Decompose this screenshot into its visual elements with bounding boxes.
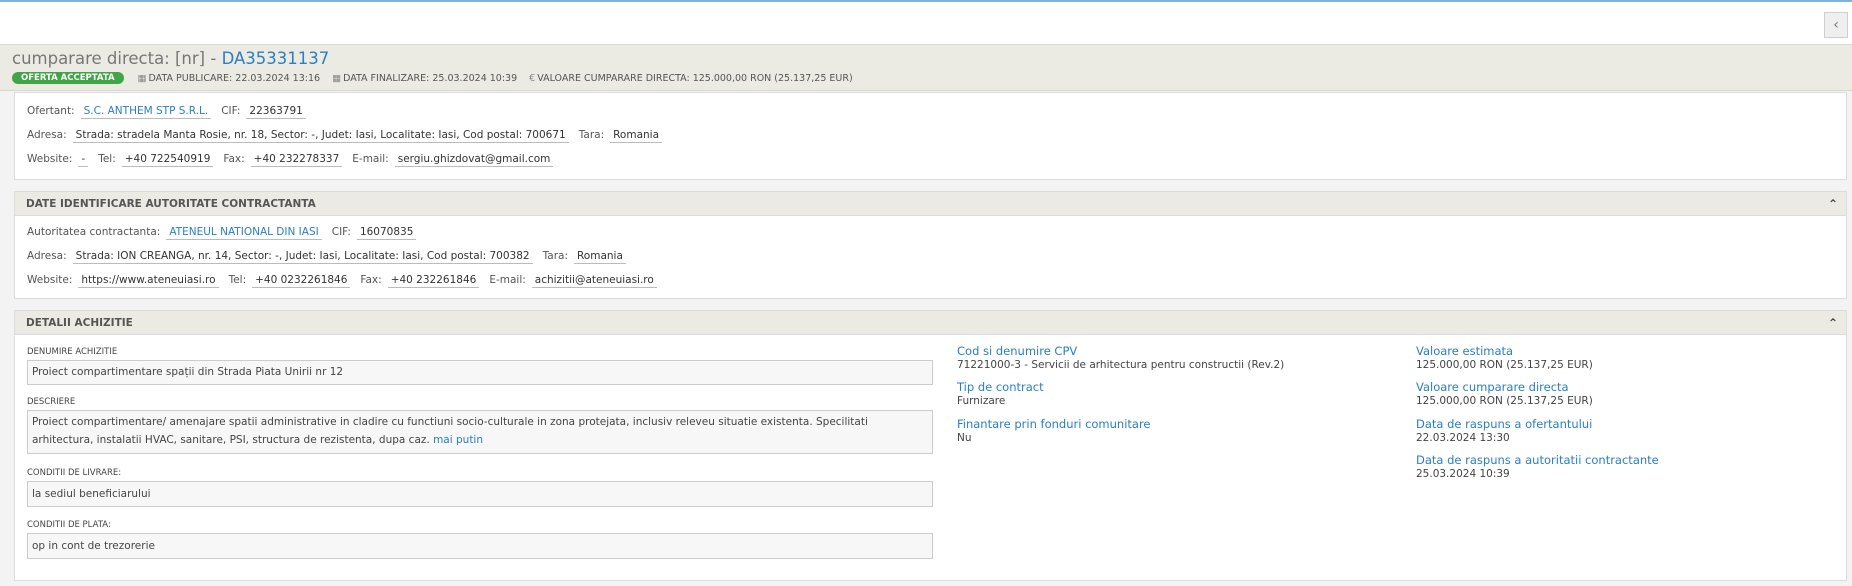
delivery-conditions-label: CONDITII DE LIVRARE: xyxy=(27,468,122,478)
acquisition-name-value: Proiect compartimentare spații din Strad… xyxy=(32,366,344,378)
cif-label: CIF: xyxy=(331,226,351,238)
show-less-link[interactable]: mai putin xyxy=(433,434,483,446)
direct-purchase-value-label: Valoare cumparare directa xyxy=(1416,380,1569,394)
procurement-header: cumparare directa: [nr] - DA35331137 OFE… xyxy=(0,45,1852,91)
acquisition-name-field: Proiect compartimentare spații din Strad… xyxy=(27,360,933,385)
payment-conditions-label: CONDITII DE PLATA: xyxy=(27,520,111,530)
email-label: E-mail: xyxy=(352,153,389,165)
website-label: Website: xyxy=(27,274,73,286)
estimated-value: 125.000,00 RON (25.137,25 EUR) xyxy=(1416,359,1593,371)
authority-label: Autoritatea contractanta: xyxy=(27,226,161,238)
authority-row-contact: Website: https://www.ateneuiasi.ro Tel: … xyxy=(27,274,667,288)
fax-value: +40 232261846 xyxy=(387,274,480,288)
address-value: Strada: stradela Manta Rosie, nr. 18, Se… xyxy=(72,129,569,143)
section-title: DETALII ACHIZITIE xyxy=(26,317,133,329)
page-title-prefix: cumparare directa: [nr] - xyxy=(12,49,217,68)
bidder-row-name: Ofertant: S.C. ANTHEM STP S.R.L. CIF: 22… xyxy=(27,105,316,119)
address-label: Adresa: xyxy=(27,129,67,141)
fax-value: +40 232278337 xyxy=(250,153,343,167)
website-value: https://www.ateneuiasi.ro xyxy=(78,274,219,288)
contract-type-label: Tip de contract xyxy=(957,380,1044,394)
bidder-row-contact: Website: - Tel: +40 722540919 Fax: +40 2… xyxy=(27,153,563,167)
delivery-conditions-value: la sediul beneficiarului xyxy=(32,488,151,500)
bidder-name-link[interactable]: S.C. ANTHEM STP S.R.L. xyxy=(80,105,212,119)
email-value: sergiu.ghizdovat@gmail.com xyxy=(394,153,554,167)
authority-row-address: Adresa: Strada: ION CREANGA, nr. 14, Sec… xyxy=(27,250,636,264)
collapse-panel-button[interactable]: ‹ xyxy=(1824,12,1848,38)
publish-date-text: DATA PUBLICARE: 22.03.2024 13:16 xyxy=(148,72,321,84)
calendar-icon: ▦ xyxy=(332,72,342,84)
procurement-code-link[interactable]: DA35331137 xyxy=(222,49,330,68)
country-label: Tara: xyxy=(578,129,605,141)
euro-icon: € xyxy=(529,72,536,84)
estimated-value-label: Valoare estimata xyxy=(1416,344,1514,358)
publish-date: ▦ DATA PUBLICARE: 22.03.2024 13:16 xyxy=(138,73,321,84)
email-label: E-mail: xyxy=(489,274,526,286)
bidder-row-address: Adresa: Strada: stradela Manta Rosie, nr… xyxy=(27,129,672,143)
authority-row-name: Autoritatea contractanta: ATENEUL NATION… xyxy=(27,226,426,240)
fax-label: Fax: xyxy=(360,274,382,286)
bidder-label: Ofertant: xyxy=(27,105,75,117)
payment-conditions-value: op in cont de trezorerie xyxy=(32,540,155,552)
country-value: Romania xyxy=(573,250,626,264)
chevron-up-icon[interactable]: ⌃ xyxy=(1828,311,1838,335)
tel-label: Tel: xyxy=(228,274,247,286)
fax-label: Fax: xyxy=(223,153,245,165)
description-label: DESCRIERE xyxy=(27,397,76,407)
direct-purchase-value: 125.000,00 RON (25.137,25 EUR) xyxy=(1416,395,1593,407)
chevron-up-icon[interactable]: ⌃ xyxy=(1828,192,1838,216)
purchase-value-text: VALOARE CUMPARARE DIRECTA: 125.000,00 RO… xyxy=(537,72,853,84)
eu-funding-label: Finantare prin fonduri comunitare xyxy=(957,417,1151,431)
calendar-icon: ▦ xyxy=(137,72,147,84)
eu-funding-value: Nu xyxy=(957,432,972,444)
contracting-authority-header[interactable]: DATE IDENTIFICARE AUTORITATE CONTRACTANT… xyxy=(15,192,1846,216)
address-label: Adresa: xyxy=(27,250,67,262)
authority-response-date-label: Data de raspuns a autoritatii contractan… xyxy=(1416,453,1659,467)
description-field: Proiect compartimentare/ amenajare spati… xyxy=(27,410,933,454)
procurement-meta: OFERTA ACCEPTATA ▦ DATA PUBLICARE: 22.03.… xyxy=(12,72,865,84)
cif-label: CIF: xyxy=(221,105,241,117)
top-bar: ‹ xyxy=(0,0,1852,45)
cpv-value: 71221000-3 - Servicii de arhitectura pen… xyxy=(957,359,1285,371)
contract-type-value: Furnizare xyxy=(957,395,1006,407)
finish-date-text: DATA FINALIZARE: 25.03.2024 10:39 xyxy=(343,72,518,84)
authority-response-date: 25.03.2024 10:39 xyxy=(1416,468,1510,480)
website-label: Website: xyxy=(27,153,73,165)
cif-value: 22363791 xyxy=(246,105,306,119)
country-label: Tara: xyxy=(542,250,568,262)
email-value: achizitii@ateneuiasi.ro xyxy=(531,274,657,288)
bidder-response-date-label: Data de raspuns a ofertantului xyxy=(1416,417,1593,431)
page-title: cumparare directa: [nr] - DA35331137 xyxy=(12,49,329,68)
tel-value: +40 722540919 xyxy=(121,153,214,167)
address-value: Strada: ION CREANGA, nr. 14, Sector: -, … xyxy=(72,250,533,264)
acquisition-name-label: DENUMIRE ACHIZITIE xyxy=(27,347,118,357)
cif-value: 16070835 xyxy=(356,226,417,240)
bidder-panel: Ofertant: S.C. ANTHEM STP S.R.L. CIF: 22… xyxy=(14,92,1847,180)
country-value: Romania xyxy=(610,129,663,143)
tel-label: Tel: xyxy=(98,153,116,165)
acquisition-details-panel: DETALII ACHIZITIE ⌃ DENUMIRE ACHIZITIE P… xyxy=(14,310,1847,581)
delivery-conditions-field: la sediul beneficiarului xyxy=(27,481,933,507)
purchase-value: € VALOARE CUMPARARE DIRECTA: 125.000,00 R… xyxy=(529,73,853,84)
finish-date: ▦ DATA FINALIZARE: 25.03.2024 10:39 xyxy=(332,73,517,84)
cpv-label: Cod si denumire CPV xyxy=(957,344,1078,358)
payment-conditions-field: op in cont de trezorerie xyxy=(27,533,933,559)
tel-value: +40 0232261846 xyxy=(252,274,351,288)
authority-name-link[interactable]: ATENEUL NATIONAL DIN IASI xyxy=(166,226,322,240)
acquisition-details-header[interactable]: DETALII ACHIZITIE ⌃ xyxy=(15,311,1846,335)
status-badge: OFERTA ACCEPTATA xyxy=(12,72,124,84)
website-value: - xyxy=(78,153,89,167)
contracting-authority-panel: DATE IDENTIFICARE AUTORITATE CONTRACTANT… xyxy=(14,191,1847,299)
section-title: DATE IDENTIFICARE AUTORITATE CONTRACTANT… xyxy=(26,198,316,210)
bidder-response-date: 22.03.2024 13:30 xyxy=(1416,432,1510,444)
